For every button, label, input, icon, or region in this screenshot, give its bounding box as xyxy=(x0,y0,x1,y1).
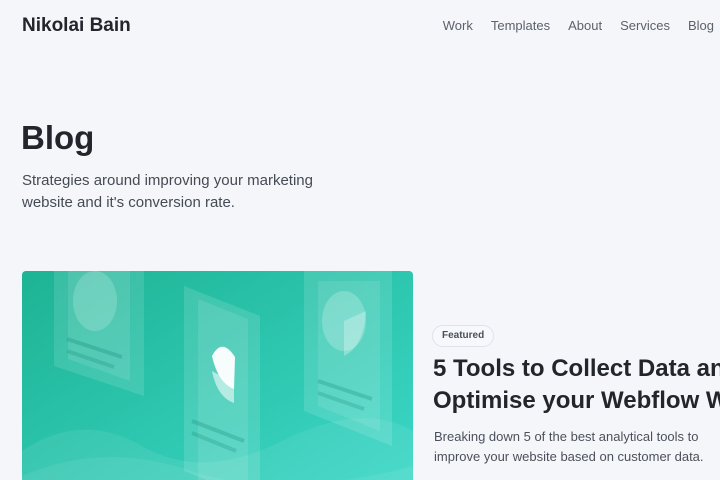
nav-link-blog[interactable]: Blog xyxy=(688,17,714,34)
featured-post-title-line1: 5 Tools to Collect Data and xyxy=(433,355,720,382)
featured-post-image[interactable] xyxy=(22,271,413,480)
nav-link-services[interactable]: Services xyxy=(620,17,670,34)
nav-link-work[interactable]: Work xyxy=(443,17,473,34)
isometric-chart-illustration-icon xyxy=(22,271,413,480)
nav-link-about[interactable]: About xyxy=(568,17,602,34)
featured-post-excerpt: Breaking down 5 of the best analytical t… xyxy=(434,429,704,464)
site-brand[interactable]: Nikolai Bain xyxy=(22,14,131,38)
page-subtitle: Strategies around improving your marketi… xyxy=(22,172,313,211)
nav-link-templates[interactable]: Templates xyxy=(491,17,550,34)
main-nav: Work Templates About Services Blog xyxy=(425,17,720,34)
page-title: Blog xyxy=(21,119,95,156)
featured-badge: Featured xyxy=(432,325,495,347)
page: Nikolai Bain Work Templates About Servic… xyxy=(0,0,720,480)
featured-post-title[interactable]: 5 Tools to Collect Data and Optimise you… xyxy=(433,353,720,419)
featured-post-title-line2: Optimise your Webflow Website xyxy=(433,387,720,414)
